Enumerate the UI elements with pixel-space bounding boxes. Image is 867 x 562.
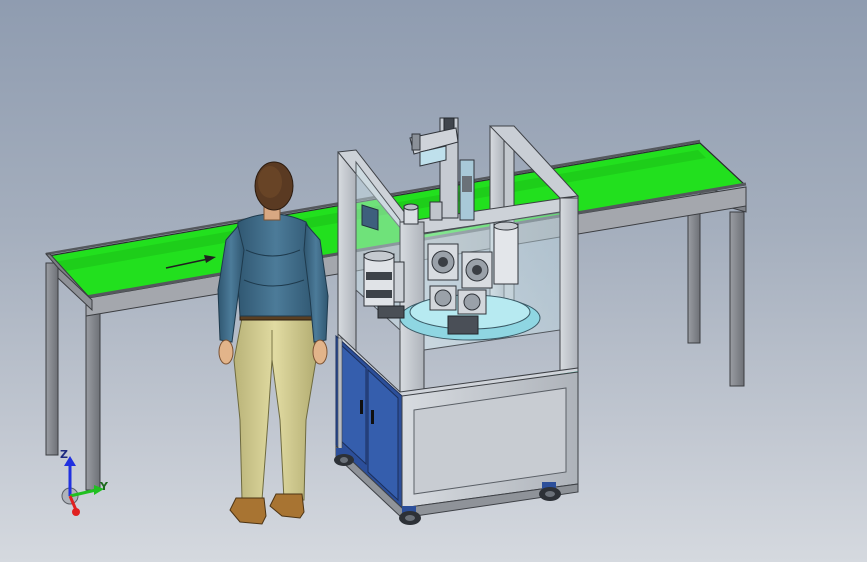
machine-post-front-right bbox=[559, 197, 579, 375]
actuator-column bbox=[403, 117, 475, 225]
assembly-scene[interactable]: Z Y bbox=[0, 0, 867, 562]
operator-hand-right bbox=[312, 339, 328, 365]
operator-jacket bbox=[235, 213, 317, 317]
cabinet-door-handle-2[interactable] bbox=[371, 410, 374, 424]
operator-legs bbox=[233, 317, 317, 501]
operator-shoe-left bbox=[229, 497, 267, 525]
conveyor-leg-front-right bbox=[729, 211, 745, 387]
cad-3d-viewport[interactable]: Z Y bbox=[0, 0, 867, 562]
triad-x-arrowhead bbox=[72, 508, 80, 516]
triad-z-label: Z bbox=[60, 448, 68, 461]
conveyor-leg-far-right bbox=[687, 203, 701, 344]
operator-hand-left bbox=[218, 339, 234, 365]
cabinet-door-handle-1[interactable] bbox=[360, 400, 363, 414]
operator-shoe-right bbox=[269, 493, 305, 519]
triad-y-label: Y bbox=[99, 480, 109, 493]
assembly-machine[interactable] bbox=[334, 117, 580, 525]
conveyor-leg-far-left bbox=[45, 262, 59, 456]
conveyor-leg-front-left bbox=[85, 304, 101, 491]
cabinet-corner-post bbox=[337, 337, 343, 451]
hmi-screen[interactable] bbox=[361, 204, 379, 231]
orientation-triad[interactable]: Z Y bbox=[60, 448, 109, 516]
